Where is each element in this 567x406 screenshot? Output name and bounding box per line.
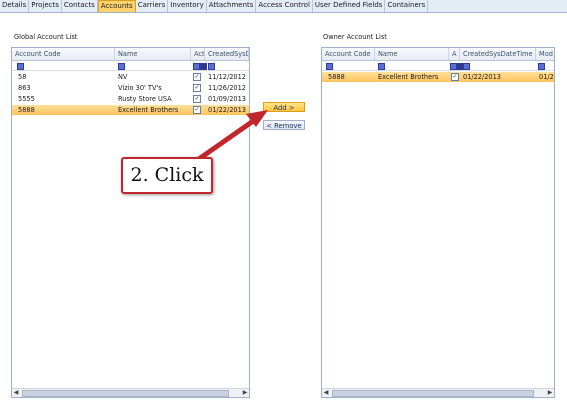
click-callout: 2. Click — [121, 157, 213, 194]
annotation-arrow — [193, 110, 268, 164]
